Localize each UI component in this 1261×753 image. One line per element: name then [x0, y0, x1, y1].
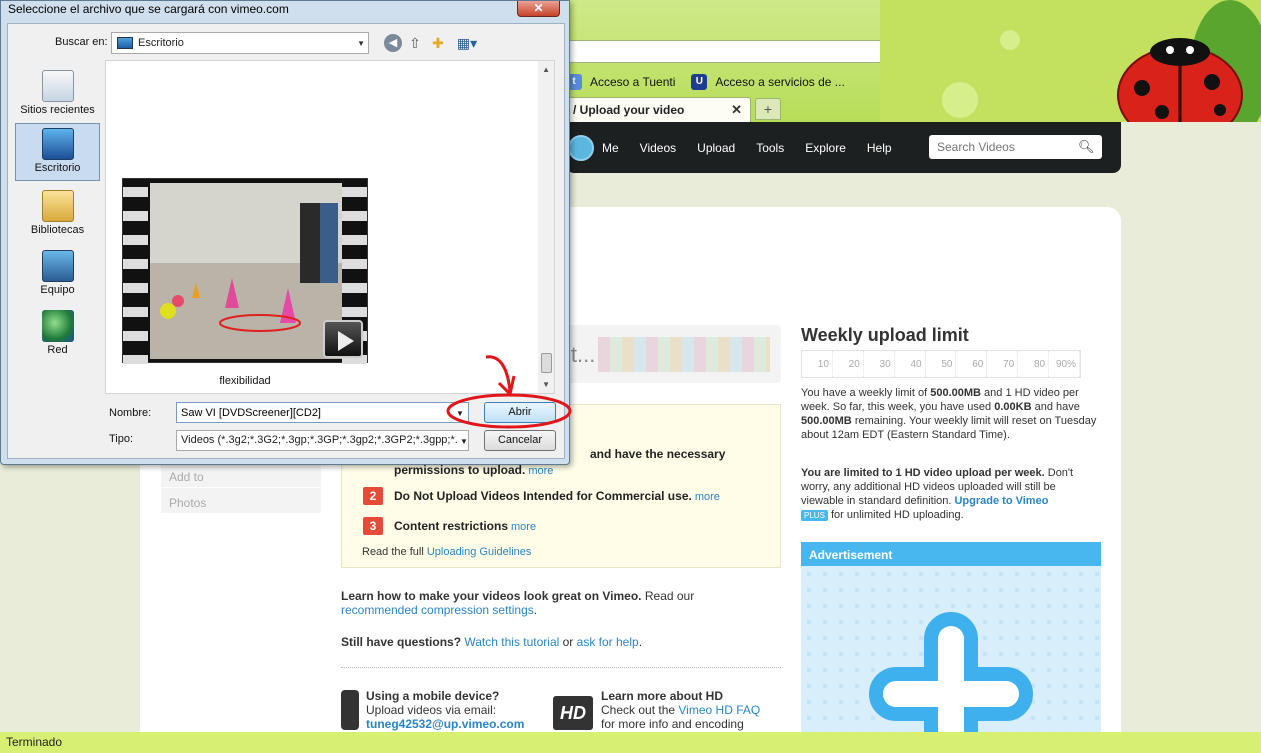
weekly-limit-meter: 10 20 30 40 50 60 70 80 90%	[801, 350, 1081, 378]
left-menu: Add to Photos	[161, 462, 321, 514]
filetype-select[interactable]: Videos (*.3g2;*.3G2;*.3gp;*.3GP;*.3gp2;*…	[176, 430, 469, 451]
tab-close-icon[interactable]: ✕	[731, 102, 742, 118]
nav-explore[interactable]: Explore	[805, 141, 846, 155]
place-desktop[interactable]: Escritorio	[15, 123, 100, 181]
vimeo-search-input[interactable]	[929, 140, 1074, 154]
guidelines-link[interactable]: Uploading Guidelines	[427, 546, 532, 558]
views-menu-icon[interactable]: ▦▾	[454, 34, 480, 52]
recent-places-icon	[41, 70, 74, 102]
tutorial-link[interactable]: Watch this tutorial	[464, 635, 559, 649]
place-recent[interactable]: Sitios recientes	[15, 65, 100, 123]
bookmark-site-icon: U	[691, 74, 708, 90]
tab-upload-video[interactable]: / Upload your video ✕	[566, 97, 751, 122]
scroll-thumb[interactable]	[541, 353, 552, 373]
hd-info: Learn more about HD Check out the Vimeo …	[601, 689, 761, 731]
scroll-up-icon[interactable]: ▲	[542, 65, 550, 74]
upload-email[interactable]: tuneg42532@up.vimeo.com	[366, 717, 524, 731]
learn-text: Learn how to make your videos look great…	[341, 589, 695, 617]
file-open-dialog: Seleccione el archivo que se cargará con…	[0, 0, 570, 465]
weekly-limit-title: Weekly upload limit	[801, 325, 969, 345]
read-guidelines: Read the full Uploading Guidelines	[362, 546, 532, 558]
file-name-label[interactable]: flexibilidad	[122, 375, 368, 387]
guide-item-2: Do Not Upload Videos Intended for Commer…	[394, 489, 720, 503]
folder-up-icon[interactable]: ⇧	[406, 34, 424, 52]
bookmark-tuenti[interactable]: Acceso a Tuenti	[590, 75, 675, 89]
plus-badge: PLUS	[801, 510, 828, 521]
desktop-icon	[41, 128, 74, 160]
questions-text: Still have questions? Watch this tutoria…	[341, 635, 643, 649]
new-folder-icon[interactable]: ✚	[429, 34, 447, 52]
filetype-dropdown-icon[interactable]: ▼	[460, 437, 468, 446]
filename-input[interactable]	[176, 402, 469, 423]
progress-text: it...	[566, 342, 596, 367]
hd-limit-text: You are limited to 1 HD video upload per…	[801, 467, 1074, 521]
more-link-2[interactable]: more	[695, 491, 720, 503]
desktop-small-icon	[117, 37, 133, 49]
computer-icon	[41, 250, 74, 282]
file-list: flexibilidad ▲ ▼	[105, 60, 555, 394]
hd-faq-link[interactable]: Vimeo HD FAQ	[678, 703, 760, 717]
menu-add-to[interactable]: Add to	[161, 462, 321, 488]
nav-upload[interactable]: Upload	[697, 141, 735, 155]
film-strip-left	[123, 179, 148, 364]
guide-number-3: 3	[363, 517, 383, 535]
compression-link[interactable]: recommended compression settings	[341, 603, 534, 617]
help-link[interactable]: ask for help	[577, 635, 639, 649]
open-button[interactable]: Abrir	[484, 402, 556, 423]
dialog-close-button[interactable]: ✕	[517, 1, 560, 17]
advertisement-banner[interactable]	[801, 566, 1101, 753]
place-computer[interactable]: Equipo	[15, 245, 100, 303]
vimeo-nav-bar: Me Videos Upload Tools Explore Help 🔍︎	[566, 122, 1121, 173]
more-link-1[interactable]: more	[528, 465, 553, 477]
guide-number-2: 2	[363, 487, 383, 505]
nav-videos[interactable]: Videos	[640, 141, 676, 155]
tab-title: / Upload your video	[573, 103, 685, 117]
status-bar: Terminado	[0, 732, 1261, 753]
filetype-label: Tipo:	[109, 433, 134, 445]
upload-progress-bar	[598, 337, 770, 372]
advertisement-header: Advertisement	[801, 542, 1101, 566]
lookin-label: Buscar en:	[55, 36, 108, 48]
weekly-limit-text: You have a weekly limit of 500.00MB and …	[801, 387, 1097, 441]
menu-photos[interactable]: Photos	[161, 488, 321, 514]
mobile-upload-info: Using a mobile device? Upload videos via…	[366, 689, 525, 731]
dialog-title: Seleccione el archivo que se cargará con…	[8, 2, 289, 16]
new-tab-button[interactable]: +	[755, 98, 781, 120]
more-link-3[interactable]: more	[511, 521, 536, 533]
chevron-down-icon: ▼	[357, 39, 365, 48]
cancel-button[interactable]: Cancelar	[484, 430, 556, 451]
guide-item-3: Content restrictions more	[394, 519, 537, 533]
back-icon[interactable]: ◀	[384, 34, 402, 52]
bookmark-servicios[interactable]: Acceso a servicios de ...	[715, 75, 844, 89]
guide-item-1b: permissions to upload. more	[394, 463, 554, 477]
plus-shape-icon	[869, 612, 1033, 753]
mobile-phone-icon	[341, 690, 359, 730]
dialog-body: Buscar en: Escritorio ▼ ◀ ⇧ ✚ ▦▾ Sitios …	[7, 23, 565, 459]
lookin-dropdown[interactable]: Escritorio ▼	[111, 32, 369, 54]
upgrade-link[interactable]: Upgrade to Vimeo	[954, 495, 1048, 507]
nav-tools[interactable]: Tools	[756, 141, 784, 155]
hd-icon: HD	[553, 696, 593, 730]
filename-dropdown-icon[interactable]: ▼	[456, 409, 464, 418]
place-libraries[interactable]: Bibliotecas	[15, 185, 100, 243]
libraries-icon	[41, 190, 74, 222]
scrollbar[interactable]: ▲ ▼	[538, 61, 554, 393]
ladybug-theme-art	[880, 0, 1261, 122]
vimeo-smiley-icon[interactable]	[568, 134, 594, 161]
video-file-thumbnail[interactable]	[122, 178, 368, 364]
play-icon	[323, 320, 363, 358]
divider	[341, 667, 781, 668]
filename-label: Nombre:	[109, 407, 152, 419]
bookmarks-bar: t Acceso a Tuenti U Acceso a servicios d…	[566, 72, 845, 92]
vimeo-search: 🔍︎	[929, 135, 1102, 159]
lookin-value: Escritorio	[138, 37, 184, 49]
scroll-down-icon[interactable]: ▼	[542, 380, 550, 389]
nav-me[interactable]: Me	[602, 141, 619, 155]
search-icon[interactable]: 🔍︎	[1078, 139, 1095, 155]
nav-help[interactable]: Help	[867, 141, 892, 155]
places-bar: Sitios recientes Escritorio Bibliotecas …	[8, 60, 105, 390]
place-network[interactable]: Red	[15, 305, 100, 363]
network-icon	[41, 310, 74, 342]
video-preview	[150, 183, 342, 359]
